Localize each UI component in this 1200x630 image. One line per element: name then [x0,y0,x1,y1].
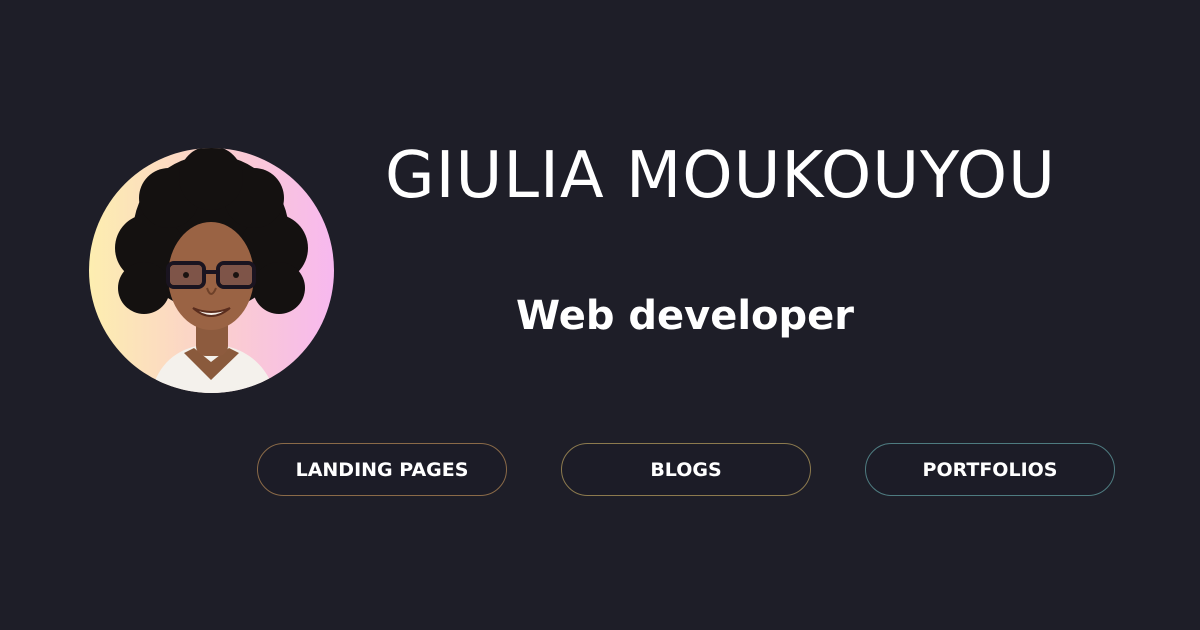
profile-role: Web developer [516,293,855,339]
tag-blogs[interactable]: BLOGS [561,443,811,496]
tag-landing-pages[interactable]: LANDING PAGES [257,443,507,496]
tag-label: LANDING PAGES [295,458,469,481]
tag-label: PORTFOLIOS [922,458,1058,481]
profile-photo-icon [115,148,308,393]
tag-portfolios[interactable]: PORTFOLIOS [865,443,1115,496]
page: { "profile": { "name": "GIULIA MOUKOUYOU… [0,0,1200,630]
avatar [89,148,334,393]
profile-name: GIULIA MOUKOUYOU [385,139,1056,213]
tag-label: BLOGS [650,458,722,481]
